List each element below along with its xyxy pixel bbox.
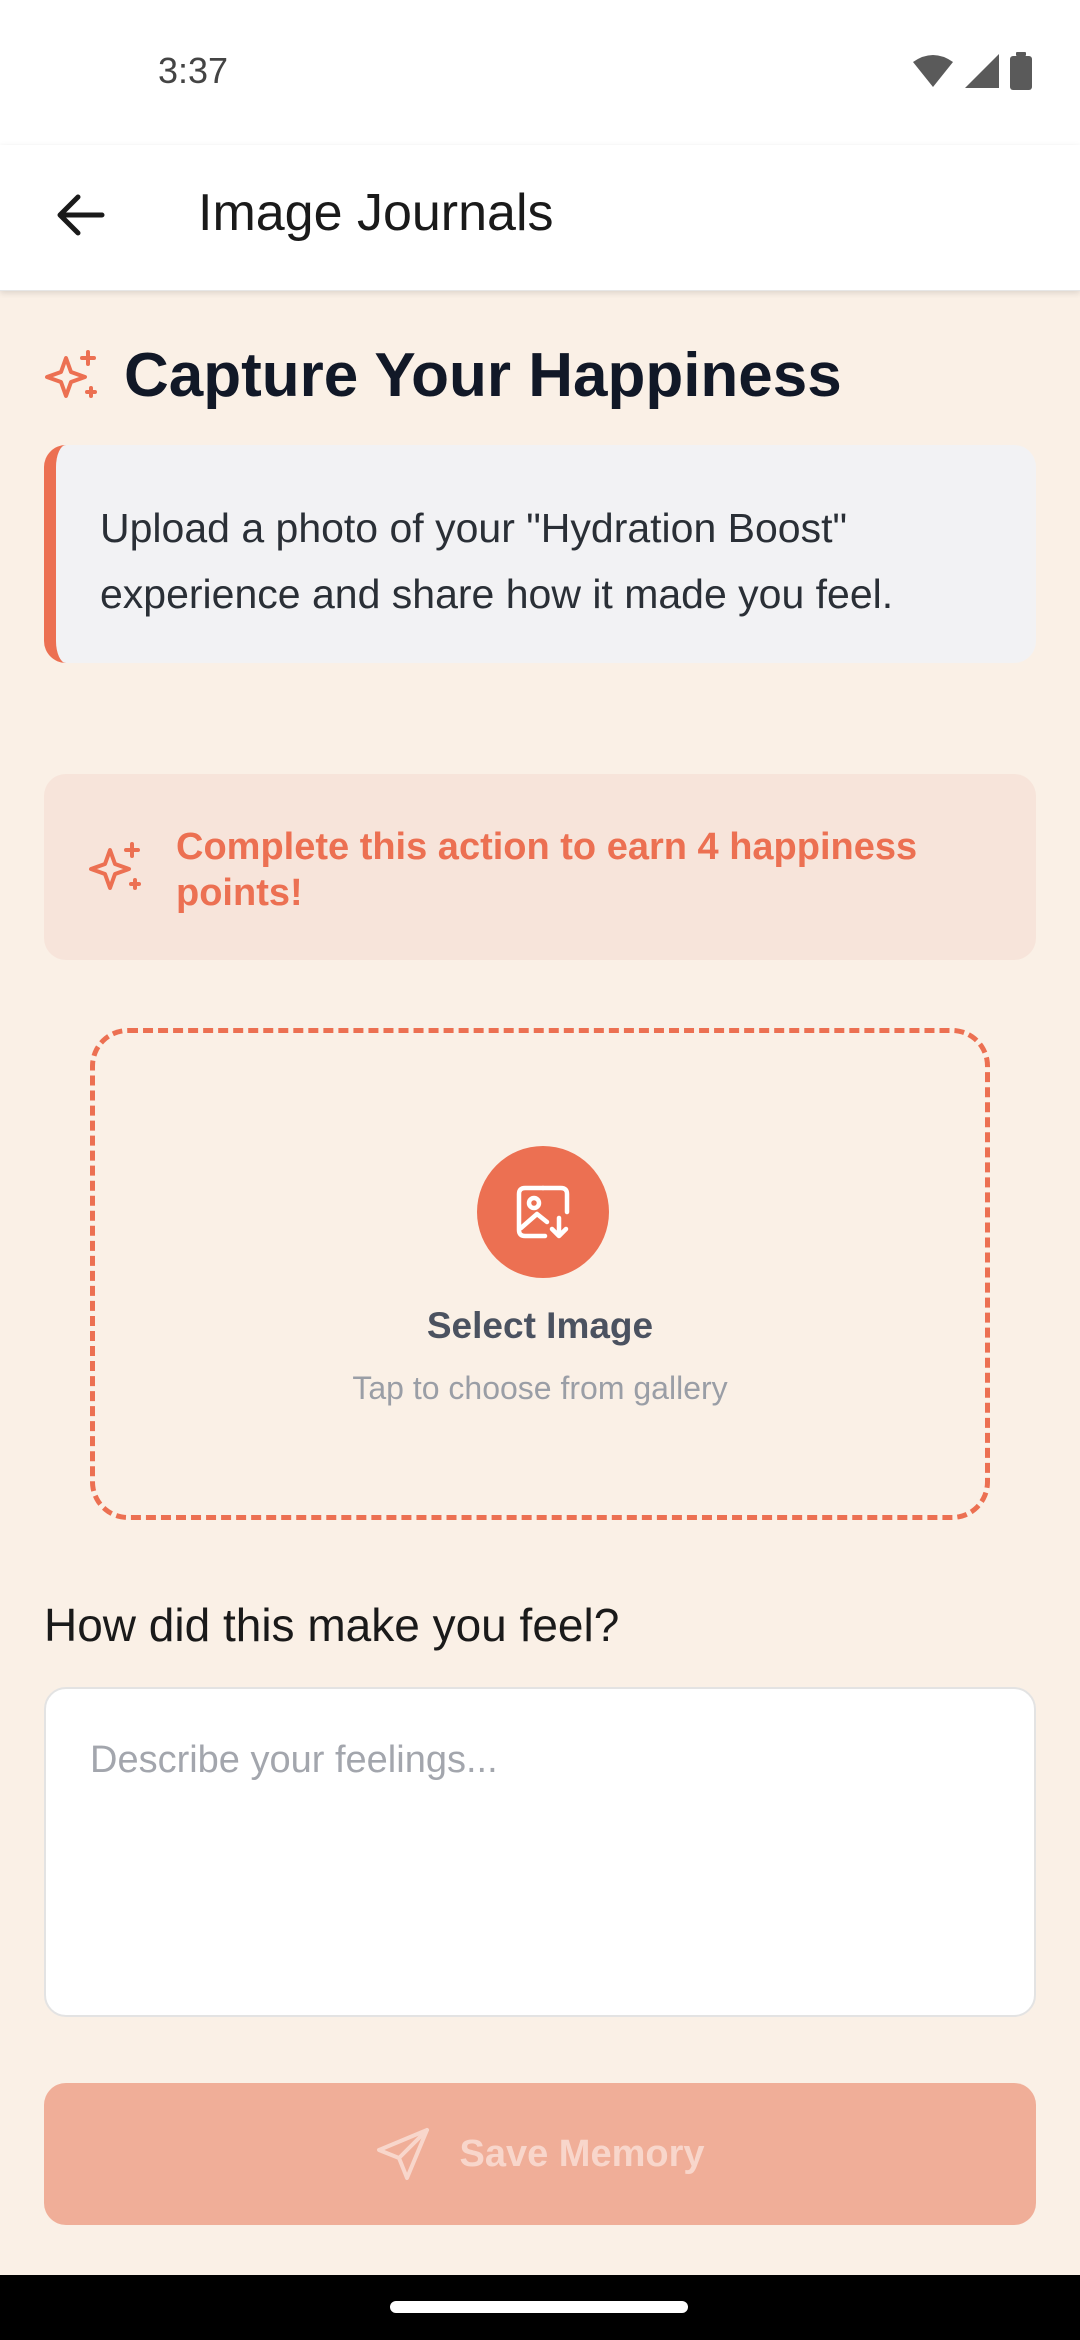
- arrow-left-icon: [57, 194, 105, 236]
- section-title: Capture Your Happiness: [124, 341, 842, 410]
- save-memory-button[interactable]: Save Memory: [44, 2083, 1036, 2225]
- status-bar: 3:37: [0, 0, 1080, 145]
- upload-title: Select Image: [426, 1305, 654, 1346]
- points-text: Complete this action to earn 4 happiness…: [176, 826, 918, 914]
- home-handle[interactable]: [390, 2301, 688, 2313]
- info-box: Upload a photo of your "Hydration Boost"…: [44, 445, 1036, 663]
- app-bar: Image Journals: [0, 145, 1080, 291]
- status-icons: [912, 52, 1032, 90]
- wifi-icon: [913, 55, 953, 87]
- save-memory-label: Save Memory: [459, 2132, 705, 2175]
- feelings-label: How did this make you feel?: [44, 1599, 620, 1651]
- points-banner: Complete this action to earn 4 happiness…: [44, 774, 1036, 960]
- image-download-icon: [516, 1185, 570, 1239]
- upload-subtitle: Tap to choose from gallery: [352, 1370, 728, 1406]
- signal-icon: [965, 54, 999, 88]
- upload-icon-circle: [477, 1146, 609, 1278]
- sparkles-icon: [89, 842, 141, 890]
- status-time: 3:37: [158, 50, 229, 91]
- battery-icon: [1010, 52, 1032, 90]
- page-title: Image Journals: [198, 184, 554, 242]
- feelings-input[interactable]: [44, 1687, 1036, 2017]
- sparkles-icon: [45, 349, 97, 398]
- section-header: Capture Your Happiness: [44, 340, 842, 411]
- image-upload-area[interactable]: Select Image Tap to choose from gallery: [90, 1028, 990, 1520]
- back-button[interactable]: [40, 175, 120, 255]
- send-icon: [377, 2128, 430, 2180]
